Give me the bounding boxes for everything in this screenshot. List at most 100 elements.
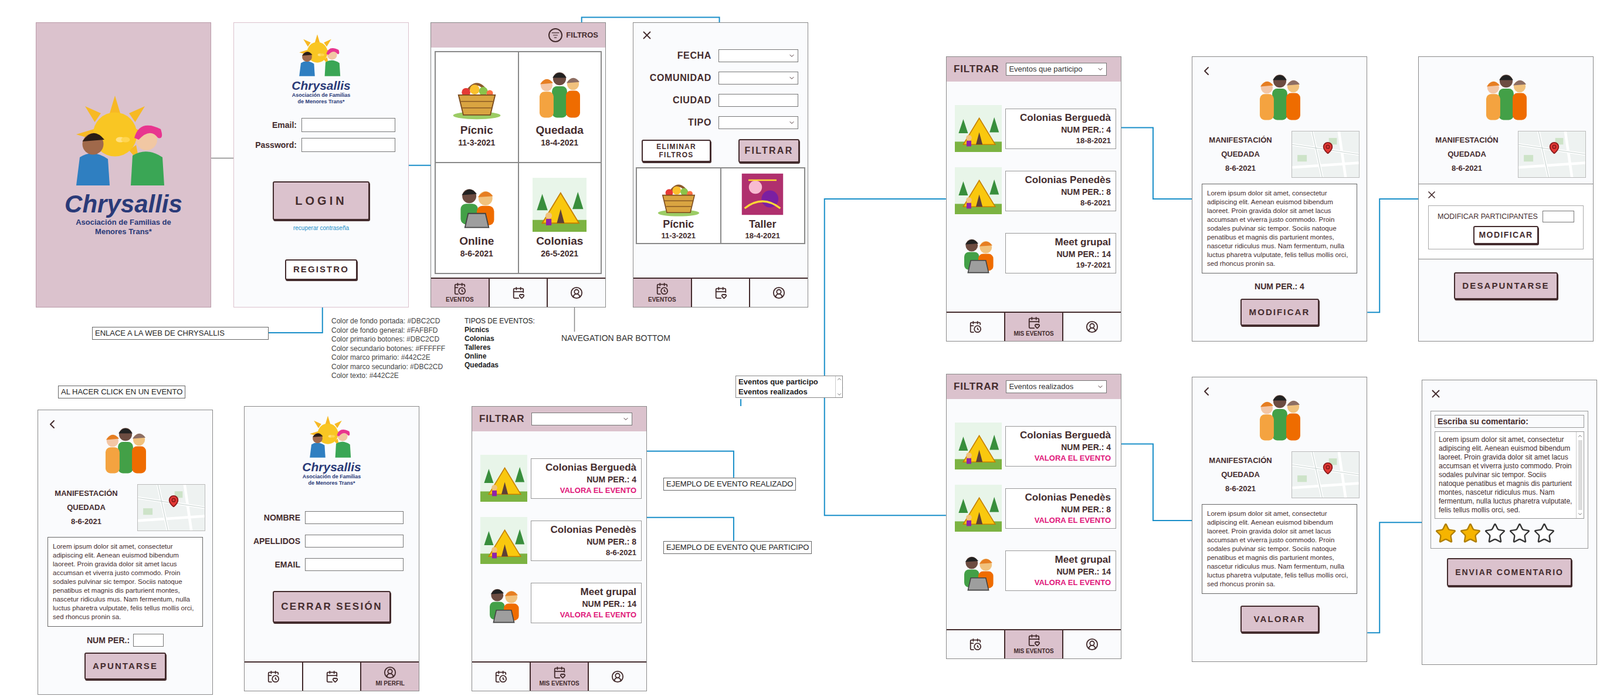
filter-select[interactable] — [718, 49, 799, 63]
filter-dropdown[interactable]: Eventos realizados — [1005, 380, 1107, 393]
modify-participants-button[interactable]: MODIFICAR — [1473, 225, 1540, 244]
text-field[interactable] — [301, 137, 396, 152]
text-field[interactable] — [304, 534, 404, 548]
back-icon[interactable] — [1199, 384, 1214, 399]
event-date: 8-6-2021 — [1225, 161, 1256, 176]
event-list-card[interactable]: Colonias BerguedàNUM PER.: 418-8-2021 — [951, 104, 1117, 152]
nav-item[interactable] — [588, 662, 647, 691]
star-icon[interactable] — [1483, 521, 1507, 545]
back-icon[interactable] — [45, 417, 60, 432]
joined-event-detail-screen: MANIFESTACIÓN QUEDADA8-6-2021Lorem ipsum… — [1191, 56, 1368, 342]
event-card[interactable]: Pícnic11-3-2021 — [636, 167, 721, 244]
nav-item[interactable] — [303, 662, 362, 691]
event-card[interactable]: Taller18-4-2021 — [720, 167, 806, 244]
bottom-nav: EVENTOS — [431, 277, 606, 307]
close-icon[interactable] — [640, 28, 654, 42]
logout-button[interactable]: CERRAR SESIÓN — [272, 590, 391, 623]
nav-item[interactable] — [472, 662, 531, 691]
event-detail-header: MANIFESTACIÓN QUEDADA8-6-2021 — [1418, 56, 1593, 178]
text-field[interactable] — [304, 557, 404, 571]
filters-button[interactable]: FILTROS — [565, 29, 599, 42]
nav-item[interactable] — [946, 629, 1006, 659]
event-detail-screen: MANIFESTACIÓN QUEDADA8-6-2021Lorem ipsum… — [37, 409, 213, 695]
nav-item[interactable] — [1063, 312, 1121, 341]
nav-item[interactable] — [547, 278, 606, 307]
kids-laptop-illustration — [951, 229, 1006, 277]
event-list-card[interactable]: Colonias BerguedàNUM PER.: 4VALORA EL EV… — [476, 454, 642, 502]
login-button[interactable]: LOGIN — [272, 181, 370, 220]
close-icon[interactable] — [1429, 387, 1443, 400]
event-list-card[interactable]: Colonias BerguedàNUM PER.: 4VALORA EL EV… — [951, 422, 1117, 470]
filter-select[interactable] — [718, 71, 799, 85]
event-list-card[interactable]: Colonias PenedèsNUM PER.: 88-6-2021 — [951, 167, 1117, 215]
events-nav-icon — [494, 669, 508, 683]
send-comment-button[interactable]: ENVIAR COMENTARIO — [1446, 557, 1572, 586]
clear-filters-button[interactable]: ELIMINAR FILTROS — [641, 139, 711, 162]
nav-item[interactable]: MIS EVENTOS — [1005, 312, 1064, 341]
recover-password-link[interactable]: recuperar contraseña — [293, 223, 349, 233]
star-icon[interactable] — [1533, 521, 1556, 545]
rate-button[interactable]: VALORAR — [1240, 605, 1320, 633]
event-card[interactable]: Pícnic11-3-2021 — [435, 51, 519, 163]
scroll-down-icon[interactable] — [836, 391, 843, 398]
nav-item[interactable]: EVENTOS — [633, 278, 693, 307]
nav-item[interactable]: MIS EVENTOS — [1005, 629, 1064, 659]
text-field[interactable] — [1542, 210, 1575, 223]
filter-dropdown[interactable]: Eventos que participo — [1005, 62, 1107, 76]
nav-item[interactable] — [1063, 629, 1121, 659]
event-list-card[interactable]: Colonias PenedèsNUM PER.: 8VALORA EL EVE… — [951, 484, 1117, 532]
filter-dropdown[interactable] — [531, 412, 633, 426]
event-date: 8-6-2021 — [1225, 481, 1256, 496]
scroll-up-icon[interactable] — [836, 375, 843, 382]
nav-item[interactable] — [946, 312, 1006, 341]
filter-select[interactable] — [718, 116, 799, 130]
map[interactable] — [1517, 130, 1586, 178]
map[interactable] — [1291, 130, 1360, 178]
event-card[interactable]: Online8-6-2021 — [435, 162, 519, 274]
scroll-up-icon[interactable] — [1577, 432, 1583, 439]
modify-button[interactable]: MODIFICAR — [1240, 298, 1320, 326]
unsubscribe-button[interactable]: DESAPUNTARSE — [1453, 272, 1558, 300]
nav-item[interactable]: MIS EVENTOS — [530, 662, 590, 691]
close-icon[interactable] — [1425, 188, 1438, 201]
star-icon[interactable] — [1434, 521, 1457, 545]
map[interactable] — [1291, 451, 1360, 498]
event-list-card[interactable]: Meet grupalNUM PER.: 1419-7-2021 — [951, 229, 1117, 277]
event-list-card[interactable]: Meet grupalNUM PER.: 14VALORA EL EVENTO — [951, 546, 1117, 594]
profile-nav-icon — [772, 286, 786, 300]
star-icon[interactable] — [1508, 521, 1531, 545]
scrollbar[interactable] — [1575, 431, 1584, 518]
join-button[interactable]: APUNTARSE — [84, 652, 166, 680]
filter-field: TIPO — [640, 115, 801, 130]
register-button[interactable]: REGISTRO — [285, 259, 358, 280]
apply-filters-button[interactable]: FILTRAR — [738, 139, 800, 163]
profile-nav-icon — [383, 665, 397, 679]
nav-item[interactable]: MI PERFIL — [361, 662, 419, 691]
scroll-down-icon[interactable] — [1577, 510, 1583, 517]
dropdown-option[interactable]: Eventos que participo — [738, 376, 833, 387]
nav-item[interactable] — [489, 278, 549, 307]
text-field[interactable] — [133, 633, 164, 647]
nav-item[interactable]: EVENTOS — [431, 278, 490, 307]
event-card[interactable]: Quedada18-4-2021 — [518, 51, 602, 163]
event-list-card[interactable]: Colonias PenedèsNUM PER.: 88-6-2021 — [476, 516, 642, 564]
text-field[interactable] — [304, 510, 404, 524]
comment-textarea[interactable]: Lorem ipsum dolor sit amet, consectetur … — [1434, 431, 1585, 519]
star-rating[interactable] — [1434, 521, 1585, 545]
text-field[interactable] — [301, 117, 396, 132]
dropdown-arrow-icon — [1096, 382, 1104, 391]
people-illustration — [1252, 381, 1307, 452]
nav-item[interactable] — [692, 278, 751, 307]
filter-input[interactable] — [718, 93, 799, 107]
back-icon[interactable] — [1199, 63, 1214, 79]
event-card[interactable]: Colonias26-5-2021 — [518, 162, 602, 274]
nav-item[interactable] — [244, 662, 304, 691]
event-list-card[interactable]: Meet grupalNUM PER.: 14VALORA EL EVENTO — [476, 578, 642, 626]
nav-item[interactable] — [750, 278, 808, 307]
dropdown-option[interactable]: Eventos realizados — [738, 386, 833, 397]
color-notes: Color de fondo portada: #DBC2CDColor de … — [331, 316, 446, 381]
profile-nav-icon — [1085, 320, 1099, 334]
example-completed-note: EJEMPLO DE EVENTO REALIZADO — [663, 477, 796, 491]
map[interactable] — [137, 483, 206, 531]
star-icon[interactable] — [1459, 521, 1482, 545]
